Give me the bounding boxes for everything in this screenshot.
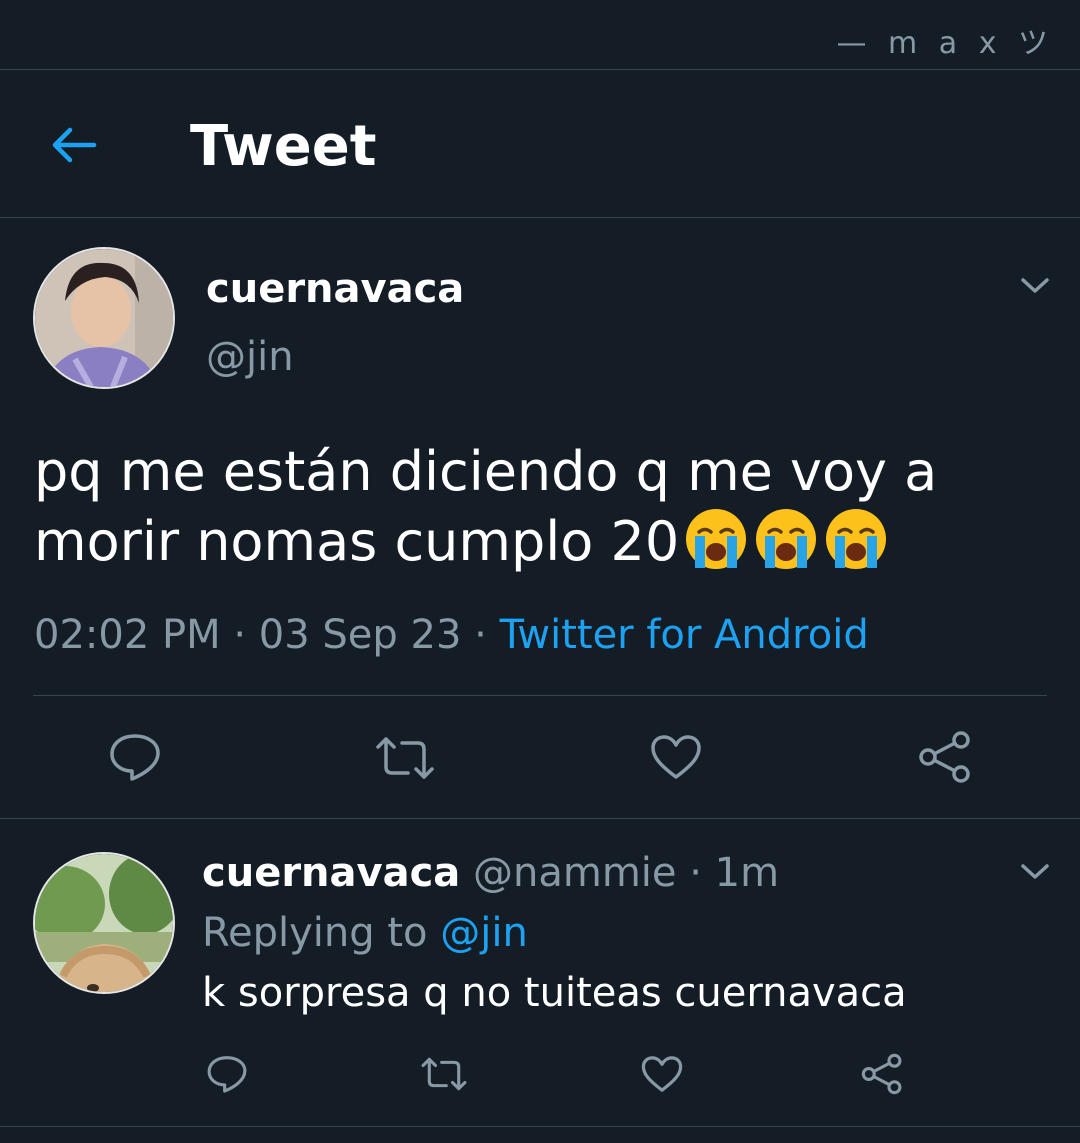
top-divider (0, 69, 1080, 70)
meta-divider (33, 695, 1047, 696)
app-header: Tweet (0, 72, 1080, 217)
reply-button[interactable] (108, 732, 162, 782)
meta-separator: · (689, 850, 702, 896)
tweet-date: 03 Sep 23 (258, 612, 462, 658)
loudly-crying-face-icon (686, 509, 747, 569)
comment-icon (207, 1056, 247, 1093)
avatar-photo (35, 249, 173, 387)
replying-to: Replying to @jin (202, 910, 528, 956)
reply-header: cuernavaca @nammie · 1m (202, 850, 779, 896)
page-title: Tweet (190, 114, 377, 179)
tweet-author-avatar[interactable] (33, 247, 175, 389)
tweet-text-line-2: morir nomas cumplo 20 (34, 506, 1034, 576)
tweet-author-handle[interactable]: @jin (206, 334, 294, 380)
tweet-text: pq me están diciendo q me voy a morir no… (34, 438, 1034, 576)
tweet-text-line-1: pq me están diciendo q me voy a (34, 440, 938, 503)
chevron-down-icon (1021, 864, 1049, 879)
share-button[interactable] (918, 730, 972, 784)
reply-author-avatar[interactable] (33, 852, 175, 994)
tweet-menu-button[interactable] (1020, 276, 1050, 296)
tweet-source-link[interactable]: Twitter for Android (500, 612, 869, 658)
loudly-crying-face-icon (826, 509, 887, 569)
tweet-time: 02:02 PM (34, 612, 221, 658)
share-icon (861, 1053, 902, 1095)
tweet-author-name[interactable]: cuernavaca (206, 266, 464, 312)
reply-age: 1m (714, 850, 780, 896)
reply-author-name[interactable]: cuernavaca (202, 850, 460, 896)
meta-separator: · (233, 612, 247, 658)
tweet-divider (0, 818, 1080, 819)
heart-icon (641, 1056, 683, 1092)
share-icon (919, 731, 970, 783)
reply-share-button[interactable] (861, 1053, 903, 1095)
watermark-text: — m a x ツ (836, 26, 1054, 61)
retweet-icon (421, 1057, 467, 1091)
tweet-text-line-2-text: morir nomas cumplo 20 (34, 510, 680, 573)
comment-icon (110, 734, 160, 781)
back-button[interactable] (48, 122, 100, 168)
chevron-down-icon (1021, 278, 1049, 293)
reply-like-button[interactable] (641, 1055, 683, 1093)
meta-separator: · (474, 612, 487, 658)
reply-retweet-button[interactable] (420, 1056, 468, 1092)
reply-divider (0, 1126, 1080, 1127)
like-button[interactable] (650, 734, 702, 780)
tweet-meta: 02:02 PM · 03 Sep 23 · Twitter for Andro… (34, 612, 869, 658)
loudly-crying-face-icon (756, 509, 817, 569)
avatar-photo (35, 854, 173, 992)
reply-text: k sorpresa q no tuiteas cuernavaca (202, 970, 907, 1016)
arrow-left-icon (52, 127, 97, 163)
reply-reply-button[interactable] (206, 1054, 248, 1094)
header-divider (0, 217, 1080, 218)
retweet-button[interactable] (374, 735, 436, 781)
emoji-group (679, 509, 889, 573)
replying-to-handle[interactable]: @jin (440, 910, 528, 956)
reply-menu-button[interactable] (1020, 862, 1050, 882)
replying-to-label: Replying to (202, 910, 428, 956)
heart-icon (651, 735, 701, 779)
retweet-icon (376, 737, 434, 779)
reply-author-handle[interactable]: @nammie (473, 850, 677, 896)
